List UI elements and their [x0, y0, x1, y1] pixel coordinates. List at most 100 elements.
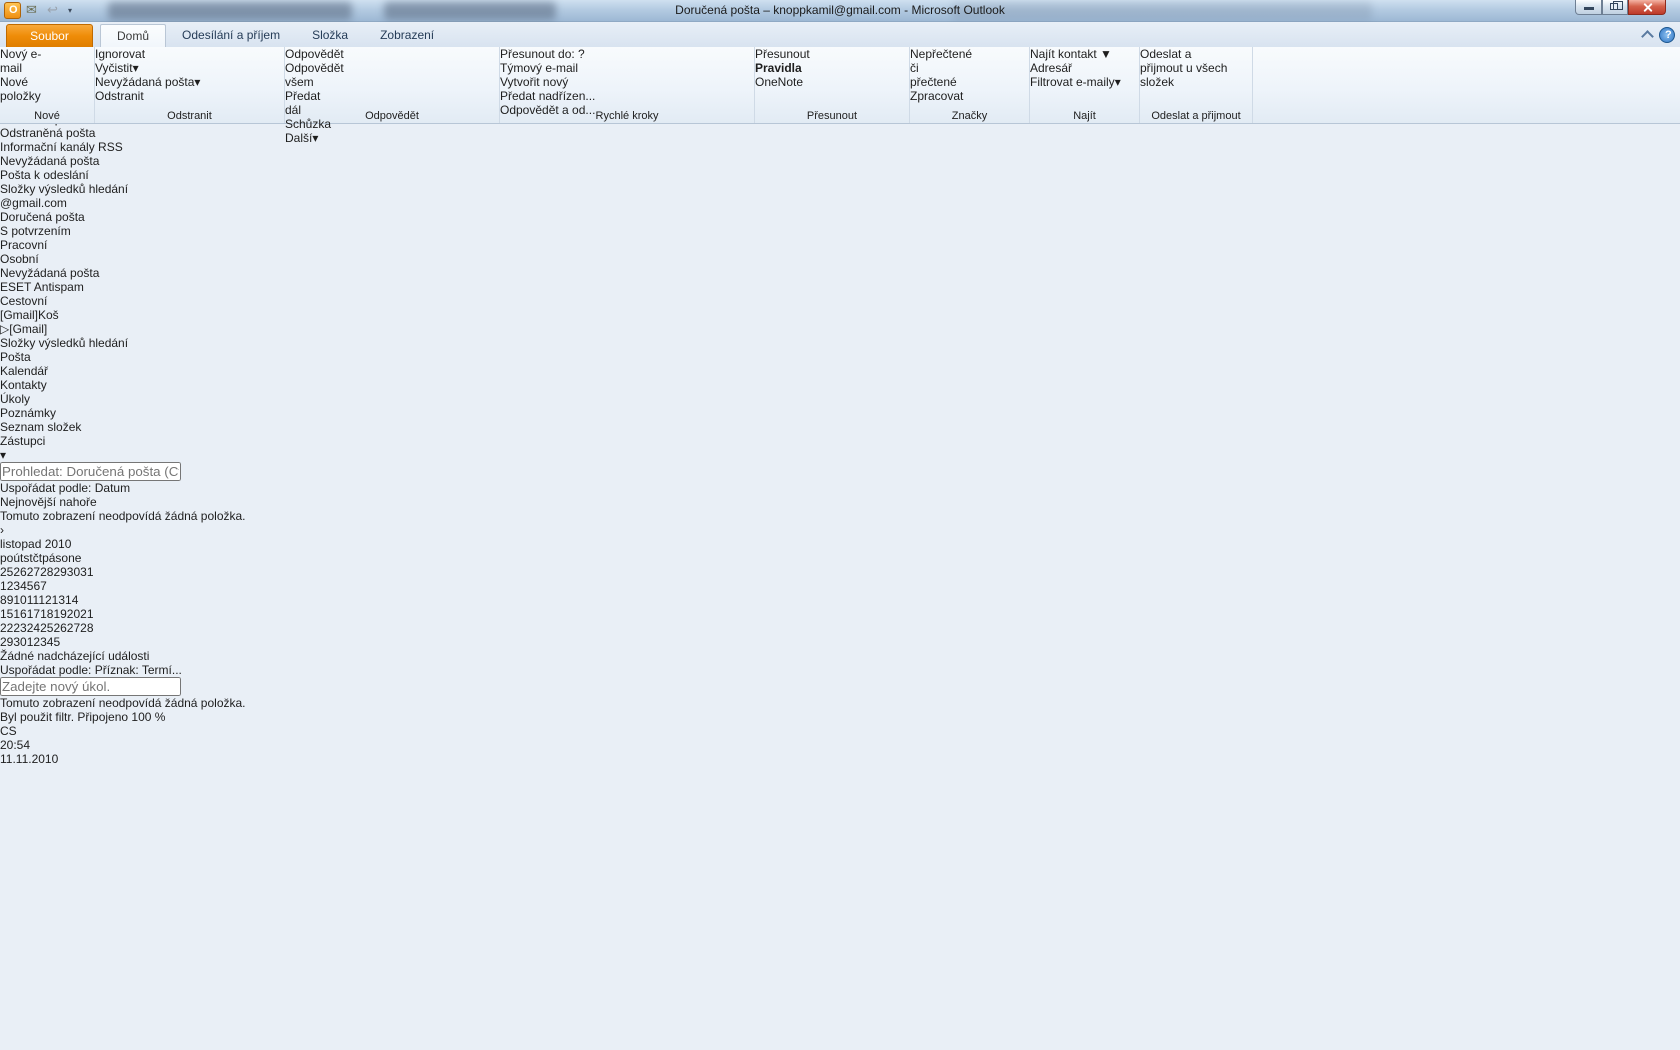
- calendar-day[interactable]: 24: [27, 621, 40, 635]
- module-button-kontakty[interactable]: Kontakty: [0, 378, 1680, 392]
- weekday-label: so: [55, 551, 69, 565]
- combo-dropdown-icon[interactable]: ▼: [1100, 47, 1112, 61]
- calendar-day[interactable]: 29: [53, 565, 66, 579]
- sort-by-header[interactable]: Uspořádat podle: Datum: [0, 481, 1680, 495]
- tab-zobrazeni[interactable]: Zobrazení: [364, 24, 450, 47]
- folder-item[interactable]: S potvrzením: [0, 224, 1680, 238]
- folder-item[interactable]: Cestovní: [0, 294, 1680, 308]
- new-items-button[interactable]: Nové položky: [0, 75, 44, 103]
- folder-item[interactable]: Nevyžádaná pošta: [0, 154, 1680, 168]
- rules-button[interactable]: Pravidla: [755, 61, 803, 75]
- calendar-day[interactable]: 17: [27, 607, 40, 621]
- folder-item[interactable]: Odstraněná pošta: [0, 126, 1680, 140]
- tab-soubor[interactable]: Soubor: [6, 24, 93, 47]
- calendar-day[interactable]: 15: [0, 607, 13, 621]
- help-icon[interactable]: [1659, 27, 1675, 43]
- account-header[interactable]: @gmail.com: [0, 196, 1680, 210]
- module-label: Pošta: [0, 350, 31, 364]
- new-email-button[interactable]: Nový e-mail: [0, 47, 45, 75]
- folder-item[interactable]: Informační kanály RSS: [0, 140, 1680, 154]
- calendar-weekday-row: poútstčtpásone: [0, 551, 1680, 565]
- calendar-day[interactable]: 3: [40, 635, 47, 649]
- folder-item[interactable]: Nevyžádaná pošta: [0, 266, 1680, 280]
- module-button-poznamky[interactable]: Poznámky: [0, 406, 1680, 420]
- tab-odesilani-a-prijem[interactable]: Odesílání a příjem: [166, 24, 296, 47]
- calendar-day[interactable]: 22: [0, 621, 13, 635]
- configure-buttons-icon[interactable]: ▾: [0, 448, 1680, 462]
- calendar-day[interactable]: 25: [40, 621, 53, 635]
- calendar-day[interactable]: 30: [67, 565, 80, 579]
- calendar-day[interactable]: 5: [53, 635, 60, 649]
- tab-slozka[interactable]: Složka: [296, 24, 364, 47]
- calendar-day[interactable]: 12: [38, 593, 51, 607]
- calendar-day[interactable]: 19: [53, 607, 66, 621]
- folder-label: ESET Antispam: [0, 280, 84, 294]
- minimize-ribbon-icon[interactable]: [1638, 28, 1654, 42]
- quick-step-item[interactable]: Vytvořit nový: [500, 75, 754, 89]
- calendar-day[interactable]: 28: [80, 621, 93, 635]
- zoom-level[interactable]: 100 %: [131, 710, 165, 724]
- delete-button[interactable]: Odstranit: [95, 89, 147, 103]
- calendar-day[interactable]: 31: [80, 565, 93, 579]
- module-button-posta[interactable]: Pošta: [0, 350, 1680, 364]
- calendar-day[interactable]: 29: [0, 635, 13, 649]
- calendar-day[interactable]: 30: [13, 635, 26, 649]
- minimize-button[interactable]: [1575, 0, 1602, 15]
- message-list-pane: Uspořádat podle: Datum Nejnovější nahoře…: [0, 462, 1680, 523]
- filter-email-button[interactable]: Filtrovat e-maily▾: [1030, 75, 1139, 89]
- tasks-sort-header[interactable]: Uspořádat podle: Příznak: Termí...: [0, 663, 1680, 677]
- calendar-day[interactable]: 21: [80, 607, 93, 621]
- onenote-button: OneNote: [755, 75, 804, 89]
- calendar-day[interactable]: 28: [40, 565, 53, 579]
- calendar-day[interactable]: 7: [40, 579, 47, 593]
- collapse-todo-bar-icon[interactable]: ›: [0, 523, 1680, 537]
- folder-item[interactable]: Doručená pošta: [0, 210, 1680, 224]
- calendar-day[interactable]: 25: [0, 565, 13, 579]
- module-button-ukoly[interactable]: Úkoly: [0, 392, 1680, 406]
- ribbon-group-rychle-kroky: Přesunout do: ? Týmový e-mail Vytvořit nov…: [500, 47, 755, 123]
- language-indicator[interactable]: CS: [0, 724, 17, 738]
- find-contact-combo[interactable]: Najít kontakt ▼: [1030, 47, 1139, 61]
- clock[interactable]: 20:54 11.11.2010: [0, 738, 1680, 766]
- calendar-day[interactable]: 23: [13, 621, 26, 635]
- calendar-day[interactable]: 1: [0, 579, 7, 593]
- folder-item[interactable]: ESET Antispam: [0, 280, 1680, 294]
- folder-item[interactable]: Složky výsledků hledání: [0, 336, 1680, 350]
- module-button-kalendar[interactable]: Kalendář: [0, 364, 1680, 378]
- address-book-button[interactable]: Adresář: [1030, 61, 1139, 75]
- calendar-day[interactable]: 10: [13, 593, 26, 607]
- folder-item[interactable]: Pošta k odeslání: [0, 168, 1680, 182]
- calendar-day[interactable]: 11: [27, 593, 39, 607]
- calendar-day[interactable]: 4: [20, 579, 27, 593]
- calendar-day[interactable]: 27: [27, 565, 40, 579]
- folder-item[interactable]: [Gmail]Koš: [0, 308, 1680, 322]
- tab-domu[interactable]: Domů: [100, 24, 167, 47]
- calendar-day[interactable]: 27: [67, 621, 80, 635]
- module-button-seznam-slozek[interactable]: Seznam složek: [0, 420, 1680, 434]
- folder-item[interactable]: Osobní: [0, 252, 1680, 266]
- calendar-day[interactable]: 13: [52, 593, 65, 607]
- calendar-day[interactable]: 8: [0, 593, 7, 607]
- sort-order-header[interactable]: Nejnovější nahoře: [0, 495, 1680, 509]
- search-input[interactable]: [0, 462, 181, 481]
- quick-step-item[interactable]: Týmový e-mail: [500, 61, 754, 75]
- send-receive-all-button[interactable]: Odeslat a přijmout u všech složek: [1140, 47, 1233, 89]
- calendar-day[interactable]: 16: [13, 607, 26, 621]
- calendar-day[interactable]: 14: [65, 593, 78, 607]
- new-task-input[interactable]: [0, 677, 181, 696]
- junk-button[interactable]: Nevyžádaná pošta▾: [95, 75, 284, 89]
- folder-item[interactable]: ▷[Gmail]: [0, 322, 1680, 336]
- restore-button[interactable]: [1602, 0, 1628, 15]
- ignore-button: Ignorovat: [95, 47, 146, 61]
- calendar-day[interactable]: 26: [13, 565, 26, 579]
- folder-item[interactable]: Pracovní: [0, 238, 1680, 252]
- weekday-label: ne: [68, 551, 82, 565]
- calendar-day[interactable]: 18: [40, 607, 53, 621]
- cleanup-button[interactable]: Vyčistit▾: [95, 61, 284, 75]
- module-button-zastupci[interactable]: Zástupci: [0, 434, 1680, 448]
- calendar-day[interactable]: 26: [53, 621, 66, 635]
- more-respond-button[interactable]: Další▾: [285, 131, 499, 145]
- close-button[interactable]: [1628, 0, 1666, 15]
- calendar-day[interactable]: 20: [67, 607, 80, 621]
- folder-item[interactable]: Složky výsledků hledání: [0, 182, 1680, 196]
